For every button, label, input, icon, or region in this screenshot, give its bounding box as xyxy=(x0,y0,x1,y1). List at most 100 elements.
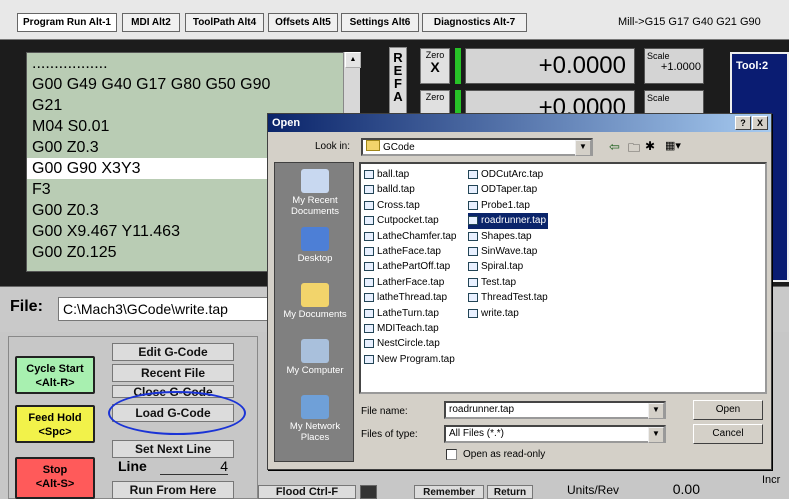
tap-file-icon xyxy=(468,246,478,256)
places-bar: My Recent Documents Desktop My Documents… xyxy=(274,162,354,462)
tap-file-icon xyxy=(364,216,374,226)
stop-button[interactable]: Stop <Alt-S> xyxy=(15,457,95,499)
chevron-down-icon[interactable]: ▼ xyxy=(575,140,591,156)
file-path-field[interactable]: C:\Mach3\GCode\write.tap xyxy=(58,297,268,321)
return-button[interactable]: Return xyxy=(487,485,533,499)
place-recent-documents[interactable]: My Recent Documents xyxy=(275,169,355,217)
files-of-type-value: All Files (*.*) xyxy=(449,428,505,439)
file-list-row[interactable]: write.tap xyxy=(468,306,578,321)
network-places-icon xyxy=(301,395,329,419)
tap-file-icon xyxy=(364,185,374,195)
file-item-label: Cutpocket.tap xyxy=(364,213,439,228)
file-list-row[interactable]: Cross.tap xyxy=(364,198,466,213)
set-next-line-button[interactable]: Set Next Line xyxy=(112,440,234,458)
look-in-combo[interactable]: GCode ▼ xyxy=(361,138,593,156)
file-list-row[interactable]: ThreadTest.tap xyxy=(468,290,578,305)
file-list[interactable]: ball.tap balld.tap Cross.tap Cutpocket.tap L… xyxy=(359,162,767,394)
look-in-label: Look in: xyxy=(315,141,351,152)
file-list-row[interactable]: LathePartOff.tap xyxy=(364,259,466,274)
flood-button[interactable]: Flood Ctrl-F xyxy=(258,485,356,499)
help-button[interactable]: ? xyxy=(735,116,751,130)
file-list-row[interactable]: LatherFace.tap xyxy=(364,275,466,290)
annotation-ellipse xyxy=(108,391,246,435)
edit-gcode-button[interactable]: Edit G-Code xyxy=(112,343,234,361)
view-menu-icon[interactable]: ▦▾ xyxy=(665,139,681,152)
scale-x[interactable]: Scale +1.0000 xyxy=(644,48,704,84)
tab-program-run[interactable]: Program Run Alt-1 xyxy=(17,13,117,32)
dro-x-value[interactable]: +0.0000 xyxy=(465,48,635,84)
tab-mdi[interactable]: MDI Alt2 xyxy=(122,13,180,32)
scale-x-value: +1.0000 xyxy=(660,61,701,73)
file-item-label: write.tap xyxy=(468,306,519,321)
file-item-label: Spiral.tap xyxy=(468,259,523,274)
chevron-down-icon[interactable]: ▼ xyxy=(648,427,664,443)
tap-file-icon xyxy=(364,262,374,272)
cancel-button[interactable]: Cancel xyxy=(693,424,763,444)
file-list-row[interactable]: LatheFace.tap xyxy=(364,244,466,259)
file-list-row[interactable]: ball.tap xyxy=(364,167,466,182)
units-rev-label: Units/Rev xyxy=(567,483,620,497)
dialog-close-button[interactable]: X xyxy=(752,116,768,130)
file-name-label: File name: xyxy=(361,406,408,417)
file-list-row[interactable]: Spiral.tap xyxy=(468,259,578,274)
file-list-row[interactable]: Cutpocket.tap xyxy=(364,213,466,228)
feed-hold-button[interactable]: Feed Hold <Spc> xyxy=(15,405,95,443)
new-folder-icon[interactable]: ✱ xyxy=(645,139,655,153)
file-list-row[interactable]: Probe1.tap xyxy=(468,198,578,213)
file-list-row[interactable]: SinWave.tap xyxy=(468,244,578,259)
tap-file-icon xyxy=(468,277,478,287)
tap-file-icon xyxy=(468,170,478,179)
file-item-label: ODCutArc.tap xyxy=(468,167,543,182)
desktop-icon xyxy=(301,227,329,251)
place-my-documents[interactable]: My Documents xyxy=(275,283,355,320)
dialog-title: Open xyxy=(268,114,771,132)
tab-diagnostics[interactable]: Diagnostics Alt-7 xyxy=(422,13,527,32)
place-my-computer[interactable]: My Computer xyxy=(275,339,355,376)
chevron-down-icon[interactable]: ▼ xyxy=(648,403,664,419)
ref-all-button[interactable]: REFA xyxy=(389,47,407,117)
file-list-row[interactable]: MDITeach.tap xyxy=(364,321,466,336)
file-list-row[interactable]: New Program.tap xyxy=(364,352,466,367)
tap-file-icon xyxy=(364,339,374,349)
tab-settings[interactable]: Settings Alt6 xyxy=(341,13,419,32)
file-list-row[interactable]: roadrunner.tap xyxy=(468,213,578,229)
file-list-row[interactable]: latheThread.tap xyxy=(364,290,466,305)
file-list-row[interactable]: Test.tap xyxy=(468,275,578,290)
up-folder-icon[interactable]: 🗀 xyxy=(628,139,640,160)
gcode-line: G00 G49 G40 G17 G80 G50 G90 xyxy=(32,76,271,93)
file-column: ODCutArc.tap ODTaper.tap Probe1.tap roadrun… xyxy=(468,167,578,321)
place-desktop[interactable]: Desktop xyxy=(275,227,355,264)
file-list-row[interactable]: ODTaper.tap xyxy=(468,182,578,197)
line-label: Line xyxy=(118,458,147,474)
file-list-row[interactable]: LatheTurn.tap xyxy=(364,306,466,321)
file-list-row[interactable]: ODCutArc.tap xyxy=(468,167,578,182)
tool-label: Tool:2 xyxy=(736,60,769,72)
file-item-label: Test.tap xyxy=(468,275,516,290)
file-list-row[interactable]: NestCircle.tap xyxy=(364,336,466,351)
flood-led xyxy=(360,485,377,499)
scroll-up-arrow-icon[interactable]: ▲ xyxy=(345,52,361,68)
recent-file-button[interactable]: Recent File xyxy=(112,364,234,382)
tab-toolpath[interactable]: ToolPath Alt4 xyxy=(185,13,264,32)
files-of-type-combo[interactable]: All Files (*.*) ▼ xyxy=(444,425,666,443)
back-icon[interactable]: ⇦ xyxy=(609,139,620,155)
read-only-checkbox[interactable] xyxy=(446,449,457,460)
line-number-field[interactable]: 4 xyxy=(160,458,228,475)
run-from-here-button[interactable]: Run From Here xyxy=(112,481,234,499)
file-list-row[interactable]: Shapes.tap xyxy=(468,229,578,244)
zero-x-button[interactable]: Zero X xyxy=(420,48,450,84)
open-button[interactable]: Open xyxy=(693,400,763,420)
file-list-row[interactable]: LatheChamfer.tap xyxy=(364,229,466,244)
place-network-places[interactable]: My Network Places xyxy=(275,395,355,443)
tap-file-icon xyxy=(468,231,478,241)
file-list-row[interactable]: balld.tap xyxy=(364,182,466,197)
cycle-start-button[interactable]: Cycle Start <Alt-R> xyxy=(15,356,95,394)
tab-offsets[interactable]: Offsets Alt5 xyxy=(268,13,338,32)
file-name-input[interactable]: roadrunner.tap ▼ xyxy=(444,401,666,419)
tap-file-icon xyxy=(364,170,374,179)
tap-file-icon xyxy=(364,323,374,333)
file-item-label: Shapes.tap xyxy=(468,229,532,244)
files-of-type-label: Files of type: xyxy=(361,429,418,440)
remember-button[interactable]: Remember xyxy=(414,485,484,499)
gcode-line: ................. xyxy=(32,55,108,72)
